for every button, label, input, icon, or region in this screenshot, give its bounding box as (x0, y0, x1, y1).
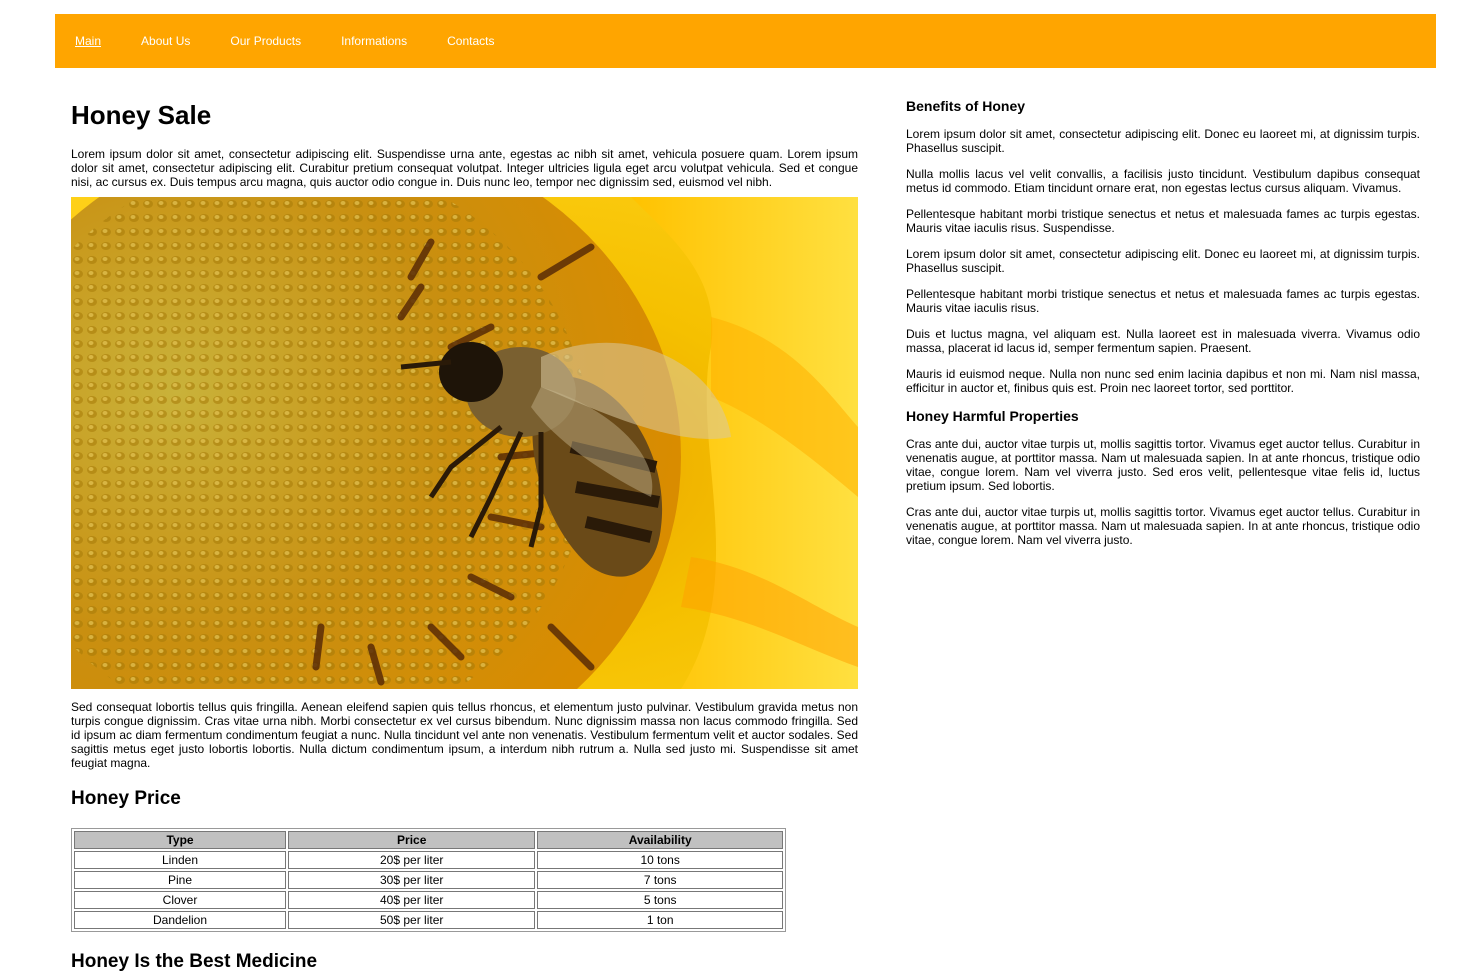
benefits-paragraph: Pellentesque habitant morbi tristique se… (906, 287, 1420, 315)
intro-paragraph: Lorem ipsum dolor sit amet, consectetur … (71, 147, 858, 189)
table-cell: Linden (74, 851, 287, 869)
harmful-paragraph: Cras ante dui, auctor vitae turpis ut, m… (906, 437, 1420, 493)
table-cell: 40$ per liter (288, 891, 536, 909)
nav-our-products[interactable]: Our Products (230, 34, 301, 48)
table-cell: Clover (74, 891, 287, 909)
table-cell: 50$ per liter (288, 911, 536, 929)
table-cell: 7 tons (537, 871, 783, 889)
table-header-row: Type Price Availability (74, 831, 783, 849)
table-cell: 20$ per liter (288, 851, 536, 869)
sidebar: Benefits of Honey Lorem ipsum dolor sit … (906, 97, 1420, 547)
benefits-paragraph: Mauris id euismod neque. Nulla non nunc … (906, 367, 1420, 395)
benefits-paragraph: Duis et luctus magna, vel aliquam est. N… (906, 327, 1420, 355)
price-table: Type Price Availability Linden 20$ per l… (71, 828, 786, 932)
nav-main[interactable]: Main (75, 34, 101, 48)
column-header-availability: Availability (537, 831, 783, 849)
table-row: Pine 30$ per liter 7 tons (74, 871, 783, 889)
page-title: Honey Sale (71, 100, 212, 130)
body-paragraph: Sed consequat lobortis tellus quis fring… (71, 700, 858, 770)
table-cell: 1 ton (537, 911, 783, 929)
column-header-type: Type (74, 831, 287, 849)
bee-on-sunflower-image (71, 197, 858, 689)
harmful-paragraph: Cras ante dui, auctor vitae turpis ut, m… (906, 505, 1420, 547)
table-row: Clover 40$ per liter 5 tons (74, 891, 783, 909)
nav-contacts[interactable]: Contacts (447, 34, 494, 48)
table-cell: 5 tons (537, 891, 783, 909)
medicine-heading: Honey Is the Best Medicine (71, 951, 318, 972)
benefits-paragraph: Lorem ipsum dolor sit amet, consectetur … (906, 247, 1420, 275)
table-cell: 30$ per liter (288, 871, 536, 889)
benefits-paragraph: Lorem ipsum dolor sit amet, consectetur … (906, 127, 1420, 155)
benefits-heading: Benefits of Honey (906, 98, 1026, 114)
nav-about-us[interactable]: About Us (141, 34, 190, 48)
harmful-heading: Honey Harmful Properties (906, 408, 1079, 424)
price-heading: Honey Price (71, 788, 181, 809)
column-header-price: Price (288, 831, 536, 849)
table-row: Dandelion 50$ per liter 1 ton (74, 911, 783, 929)
table-cell: 10 tons (537, 851, 783, 869)
top-nav: Main About Us Our Products Informations … (55, 14, 1436, 68)
table-row: Linden 20$ per liter 10 tons (74, 851, 783, 869)
nav-informations[interactable]: Informations (341, 34, 407, 48)
table-cell: Dandelion (74, 911, 287, 929)
benefits-paragraph: Pellentesque habitant morbi tristique se… (906, 207, 1420, 235)
main-content: Honey Sale Lorem ipsum dolor sit amet, c… (71, 96, 858, 974)
benefits-paragraph: Nulla mollis lacus vel velit convallis, … (906, 167, 1420, 195)
table-cell: Pine (74, 871, 287, 889)
